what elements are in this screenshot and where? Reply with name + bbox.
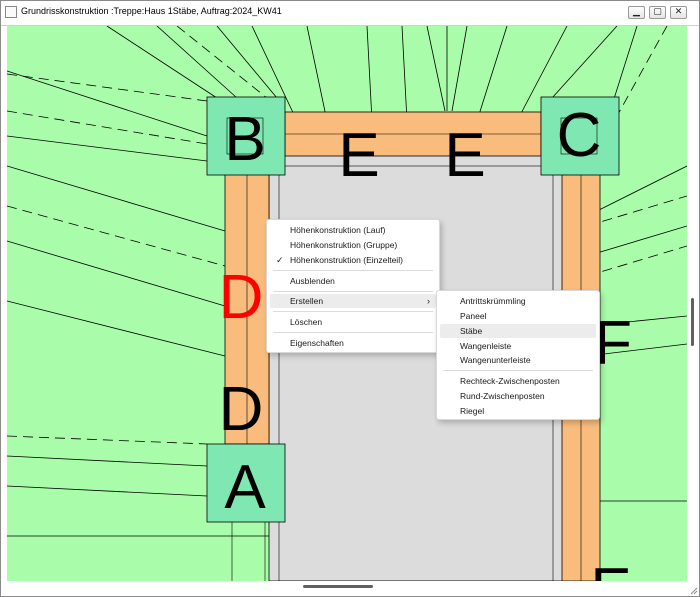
- minimize-button[interactable]: ▁: [628, 6, 645, 19]
- label-c: C: [557, 101, 602, 170]
- menu-item-hoehenkonstruktion-gruppe[interactable]: Höhenkonstruktion (Gruppe): [270, 238, 436, 252]
- menu-separator: [273, 311, 433, 312]
- menu-item-hoehenkonstruktion-lauf[interactable]: Höhenkonstruktion (Lauf): [270, 223, 436, 237]
- submenu-arrow-icon: ›: [427, 296, 430, 306]
- submenu-item-staebe[interactable]: Stäbe: [440, 324, 596, 338]
- submenu-item-antrittskruemmling[interactable]: Antrittskrümmling: [440, 294, 596, 308]
- context-menu: Höhenkonstruktion (Lauf) Höhenkonstrukti…: [266, 219, 440, 353]
- label-e1: E: [338, 121, 379, 190]
- menu-item-loeschen[interactable]: Löschen: [270, 315, 436, 329]
- label-e-bottom: E: [590, 556, 631, 581]
- label-d: D: [219, 375, 264, 444]
- submenu-item-wangenunterleiste[interactable]: Wangenunterleiste: [440, 353, 596, 367]
- submenu-item-rund-zwischenposten[interactable]: Rund-Zwischenposten: [440, 389, 596, 403]
- menu-separator: [443, 370, 593, 371]
- checkmark-icon: ✓: [276, 255, 284, 265]
- submenu-item-riegel[interactable]: Riegel: [440, 404, 596, 418]
- menu-separator: [273, 291, 433, 292]
- window-title: Grundrisskonstruktion :Treppe:Haus 1Stäb…: [21, 6, 282, 16]
- horizontal-scrollbar[interactable]: [1, 581, 699, 596]
- menu-separator: [273, 332, 433, 333]
- vertical-scroll-thumb[interactable]: [691, 298, 694, 346]
- close-button[interactable]: ✕: [670, 6, 687, 19]
- submenu-item-wangenleiste[interactable]: Wangenleiste: [440, 339, 596, 353]
- vertical-scrollbar[interactable]: [687, 26, 699, 581]
- label-a: A: [224, 453, 266, 522]
- resize-grip-icon[interactable]: [688, 585, 698, 595]
- submenu-item-rechteck-zwischenposten[interactable]: Rechteck-Zwischenposten: [440, 374, 596, 388]
- maximize-button[interactable]: ▢: [649, 6, 666, 19]
- maximize-icon: ▢: [653, 7, 662, 17]
- menu-item-eigenschaften[interactable]: Eigenschaften: [270, 336, 436, 350]
- label-b: B: [224, 105, 265, 174]
- submenu-erstellen: Antrittskrümmling Paneel Stäbe Wangenlei…: [436, 290, 600, 420]
- label-d-red: D: [219, 263, 264, 332]
- title-bar[interactable]: Grundrisskonstruktion :Treppe:Haus 1Stäb…: [1, 1, 699, 26]
- horizontal-scroll-thumb[interactable]: [303, 585, 373, 588]
- label-e2: E: [444, 121, 485, 190]
- app-icon: [5, 6, 17, 18]
- close-icon: ✕: [674, 7, 683, 17]
- menu-item-erstellen[interactable]: Erstellen ›: [270, 294, 436, 308]
- menu-item-hoehenkonstruktion-einzelteil[interactable]: ✓ Höhenkonstruktion (Einzelteil): [270, 253, 436, 267]
- minimize-icon: ▁: [633, 7, 640, 17]
- menu-separator: [273, 270, 433, 271]
- submenu-item-paneel[interactable]: Paneel: [440, 309, 596, 323]
- menu-item-ausblenden[interactable]: Ausblenden: [270, 274, 436, 288]
